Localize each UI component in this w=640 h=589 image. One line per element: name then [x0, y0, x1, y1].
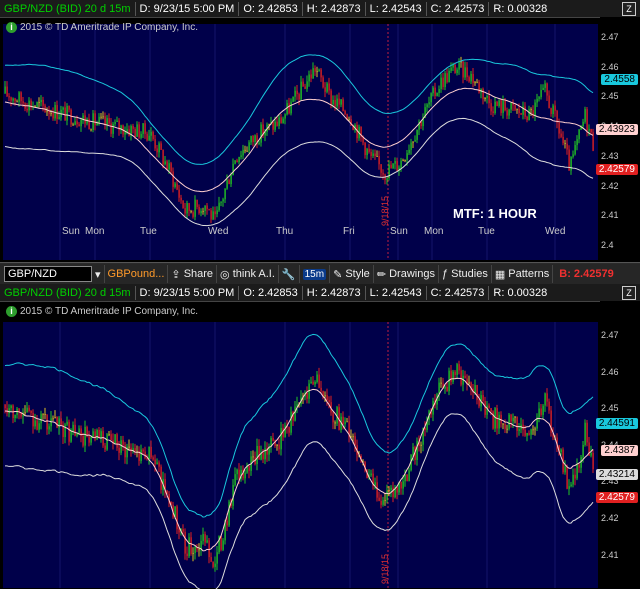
info-icon[interactable]: i — [6, 22, 17, 33]
header-symbol: GBP/NZD (BID) 20 d 15m — [4, 286, 131, 299]
header-date: D: 9/23/15 5:00 PM — [139, 286, 235, 299]
price-badge: 2.44591 — [595, 418, 638, 430]
header-low: L: 2.42543 — [369, 2, 422, 15]
x-tick-label: Sun — [390, 226, 408, 237]
y-tick-label: 2.47 — [601, 330, 619, 340]
wrench-icon: 🔧 — [281, 268, 296, 281]
bottom-chart-header: GBP/NZD (BID) 20 d 15m D: 9/23/15 5:00 P… — [0, 284, 600, 302]
top-chart-header: GBP/NZD (BID) 20 d 15m D: 9/23/15 5:00 P… — [0, 0, 600, 18]
share-label: Share — [183, 268, 214, 280]
date-marker-label: 9/18/15 — [380, 553, 390, 584]
bottom-chart-canvas[interactable] — [0, 284, 640, 589]
maximize-icon[interactable]: Z — [622, 1, 636, 16]
share-button[interactable]: ⇪ Share — [168, 265, 218, 283]
link-button[interactable]: GBPound... — [105, 265, 169, 283]
y-tick-label: 2.42 — [601, 180, 619, 191]
price-badge: 2.42579 — [595, 492, 638, 504]
price-badge: 2.43923 — [595, 123, 638, 135]
header-symbol: GBP/NZD (BID) 20 d 15m — [4, 2, 131, 15]
header-range: R: 0.00328 — [493, 2, 548, 15]
header-close: C: 2.42573 — [430, 2, 485, 15]
drawings-label: Drawings — [389, 268, 435, 280]
x-tick-label: Tue — [140, 226, 157, 237]
settings-button[interactable]: 🔧 — [279, 265, 300, 283]
bottom-chart[interactable]: GBP/NZD (BID) 20 d 15m D: 9/23/15 5:00 P… — [0, 284, 640, 589]
maximize-icon[interactable]: Z — [622, 285, 636, 300]
copyright-text: 2015 © TD Ameritrade IP Company, Inc. — [20, 22, 199, 33]
top-chart[interactable]: GBP/NZD (BID) 20 d 15m D: 9/23/15 5:00 P… — [0, 0, 640, 262]
header-open: O: 2.42853 — [243, 286, 298, 299]
symbol-dropdown[interactable]: ▾ — [92, 265, 105, 283]
price-badge: 2.4387 — [601, 444, 638, 456]
x-tick-label: Wed — [208, 226, 229, 237]
x-tick-label: Sun — [62, 226, 80, 237]
y-tick-label: 2.45 — [601, 403, 619, 414]
date-marker-label: 9/18/15 — [380, 195, 390, 226]
y-tick-label: 2.4 — [601, 240, 614, 250]
price-badge: 2.43214 — [595, 468, 638, 480]
copyright-text: 2015 © TD Ameritrade IP Company, Inc. — [20, 306, 199, 317]
mtf-label: MTF: 1 HOUR — [453, 206, 537, 221]
header-open: O: 2.42853 — [243, 2, 298, 15]
interval-label: 15m — [302, 268, 327, 280]
header-range: R: 0.00328 — [493, 286, 548, 299]
x-tick-label: Mon — [424, 226, 444, 237]
top-chart-canvas[interactable] — [0, 0, 640, 262]
symbol-input[interactable]: GBP/NZD — [4, 266, 92, 282]
header-high: H: 2.42873 — [306, 286, 361, 299]
drawings-button[interactable]: ✏ Drawings — [374, 265, 439, 283]
header-high: H: 2.42873 — [306, 2, 361, 15]
info-icon[interactable]: i — [6, 306, 17, 317]
y-tick-label: 2.46 — [601, 61, 619, 72]
x-tick-label: Wed — [545, 226, 566, 237]
y-tick-label: 2.41 — [601, 549, 619, 560]
header-low: L: 2.42543 — [369, 286, 422, 299]
header-date: D: 9/23/15 5:00 PM — [139, 2, 235, 15]
chart-toolbar: GBP/NZD ▾ GBPound... ⇪ Share ◎ think A.I… — [0, 264, 640, 284]
interval-button[interactable]: 15m — [300, 265, 331, 283]
y-tick-label: 2.47 — [601, 32, 619, 42]
patterns-label: Patterns — [508, 268, 550, 280]
x-tick-label: Tue — [478, 226, 495, 237]
price-badge: 2.42579 — [595, 163, 638, 175]
y-tick-label: 2.43 — [601, 150, 619, 161]
x-tick-label: Fri — [343, 226, 355, 237]
link-label: GBPound... — [107, 268, 165, 280]
price-badge: 2.4558 — [601, 74, 638, 86]
x-tick-label: Thu — [276, 226, 294, 237]
y-tick-label: 2.45 — [601, 91, 619, 102]
x-tick-label: Mon — [85, 226, 105, 237]
y-tick-label: 2.41 — [601, 210, 619, 221]
style-label: Style — [345, 268, 370, 280]
y-tick-label: 2.42 — [601, 513, 619, 524]
studies-label: Studies — [451, 268, 488, 280]
studies-button[interactable]: ƒ Studies — [439, 265, 492, 283]
think-label: think A.I. — [232, 268, 275, 280]
think-ai-button[interactable]: ◎ think A.I. — [217, 265, 279, 283]
header-close: C: 2.42573 — [430, 286, 485, 299]
patterns-button[interactable]: ▦ Patterns — [492, 265, 554, 283]
y-tick-label: 2.46 — [601, 366, 619, 377]
style-button[interactable]: ✎ Style — [330, 265, 374, 283]
bid-price: B: 2.42579 — [559, 268, 614, 280]
